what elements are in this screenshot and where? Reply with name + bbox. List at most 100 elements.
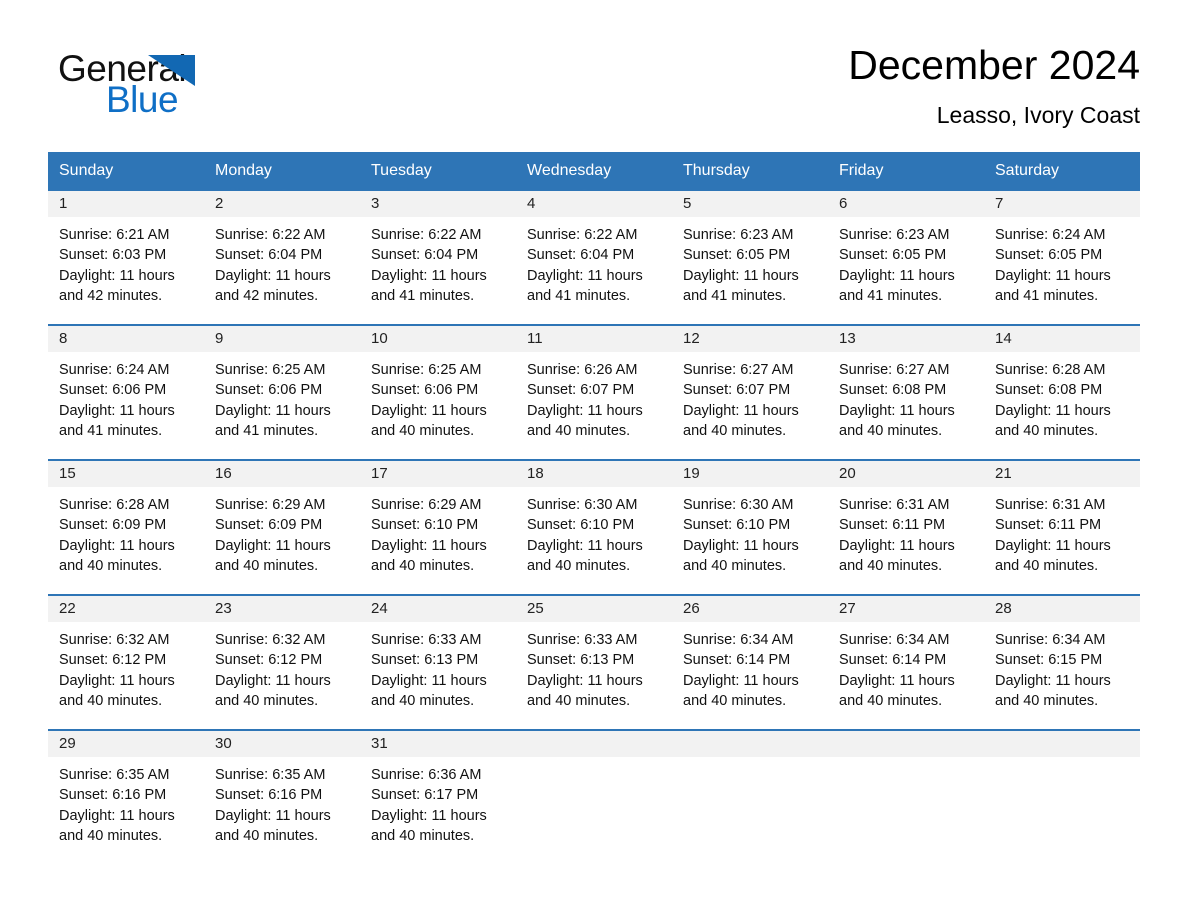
day-details: Sunrise: 6:24 AM Sunset: 6:05 PM Daylight:… xyxy=(984,217,1140,306)
day-cell[interactable]: 10 Sunrise: 6:25 AM Sunset: 6:06 PM Dayligh… xyxy=(360,326,516,460)
day-cell[interactable]: 26 Sunrise: 6:34 AM Sunset: 6:14 PM Dayligh… xyxy=(672,596,828,730)
daylight-text: Daylight: 11 hours and 41 minutes. xyxy=(215,402,331,440)
day-cell[interactable]: 6 Sunrise: 6:23 AM Sunset: 6:05 PM Daylight… xyxy=(828,191,984,325)
daylight-text: Daylight: 11 hours and 40 minutes. xyxy=(59,537,175,575)
daylight-text: Daylight: 11 hours and 40 minutes. xyxy=(683,672,799,710)
day-cell[interactable]: 17 Sunrise: 6:29 AM Sunset: 6:10 PM Dayligh… xyxy=(360,461,516,595)
sunset-text: Sunset: 6:12 PM xyxy=(215,652,323,669)
sunset-text: Sunset: 6:12 PM xyxy=(59,652,167,669)
day-number: 8 xyxy=(48,326,204,353)
daylight-text: Daylight: 11 hours and 40 minutes. xyxy=(59,672,175,710)
day-cell[interactable]: 31 Sunrise: 6:36 AM Sunset: 6:17 PM Dayligh… xyxy=(360,731,516,865)
day-cell[interactable]: 5 Sunrise: 6:23 AM Sunset: 6:05 PM Daylight… xyxy=(672,191,828,325)
day-cell[interactable]: 20 Sunrise: 6:31 AM Sunset: 6:11 PM Dayligh… xyxy=(828,461,984,595)
sunrise-text: Sunrise: 6:24 AM xyxy=(59,362,170,379)
day-cell[interactable]: 4 Sunrise: 6:22 AM Sunset: 6:04 PM Daylight… xyxy=(516,191,672,325)
day-details: Sunrise: 6:29 AM Sunset: 6:09 PM Daylight:… xyxy=(204,487,360,576)
day-details: Sunrise: 6:26 AM Sunset: 6:07 PM Daylight:… xyxy=(516,352,672,441)
day-cell[interactable]: 29 Sunrise: 6:35 AM Sunset: 6:16 PM Dayligh… xyxy=(48,731,204,865)
day-cell[interactable]: 24 Sunrise: 6:33 AM Sunset: 6:13 PM Dayligh… xyxy=(360,596,516,730)
sunset-text: Sunset: 6:06 PM xyxy=(371,382,479,399)
day-cell[interactable]: 18 Sunrise: 6:30 AM Sunset: 6:10 PM Dayligh… xyxy=(516,461,672,595)
daylight-text: Daylight: 11 hours and 41 minutes. xyxy=(371,267,487,305)
day-details: Sunrise: 6:23 AM Sunset: 6:05 PM Daylight:… xyxy=(828,217,984,306)
day-details: Sunrise: 6:33 AM Sunset: 6:13 PM Daylight:… xyxy=(516,622,672,711)
weekday-header-wednesday: Wednesday xyxy=(527,162,612,179)
daylight-text: Daylight: 11 hours and 40 minutes. xyxy=(527,672,643,710)
day-details: Sunrise: 6:33 AM Sunset: 6:13 PM Daylight:… xyxy=(360,622,516,711)
day-details: Sunrise: 6:21 AM Sunset: 6:03 PM Daylight:… xyxy=(48,217,204,306)
daylight-text: Daylight: 11 hours and 40 minutes. xyxy=(527,537,643,575)
day-details: Sunrise: 6:34 AM Sunset: 6:15 PM Daylight:… xyxy=(984,622,1140,711)
weekday-header-sunday: Sunday xyxy=(59,162,114,179)
calendar-week-row: 22 Sunrise: 6:32 AM Sunset: 6:12 PM Dayligh… xyxy=(48,594,1140,730)
day-number: 13 xyxy=(828,326,984,353)
day-cell[interactable]: 7 Sunrise: 6:24 AM Sunset: 6:05 PM Daylight… xyxy=(984,191,1140,325)
calendar-grid: Sunday Monday Tuesday Wednesday Thursday… xyxy=(48,152,1140,865)
daylight-text: Daylight: 11 hours and 40 minutes. xyxy=(995,537,1111,575)
day-cell[interactable]: 3 Sunrise: 6:22 AM Sunset: 6:04 PM Daylight… xyxy=(360,191,516,325)
day-cell[interactable]: 16 Sunrise: 6:29 AM Sunset: 6:09 PM Dayligh… xyxy=(204,461,360,595)
day-details: Sunrise: 6:27 AM Sunset: 6:07 PM Daylight:… xyxy=(672,352,828,441)
day-cell[interactable]: 8 Sunrise: 6:24 AM Sunset: 6:06 PM Daylight… xyxy=(48,326,204,460)
sunset-text: Sunset: 6:11 PM xyxy=(995,517,1102,534)
day-cell[interactable]: 11 Sunrise: 6:26 AM Sunset: 6:07 PM Dayligh… xyxy=(516,326,672,460)
day-cell-empty xyxy=(828,731,984,865)
day-details: Sunrise: 6:32 AM Sunset: 6:12 PM Daylight:… xyxy=(48,622,204,711)
day-details: Sunrise: 6:34 AM Sunset: 6:14 PM Daylight:… xyxy=(672,622,828,711)
day-cell-empty xyxy=(984,731,1140,865)
day-number: 21 xyxy=(984,461,1140,488)
day-number: 26 xyxy=(672,596,828,623)
daylight-text: Daylight: 11 hours and 40 minutes. xyxy=(371,537,487,575)
day-cell[interactable]: 15 Sunrise: 6:28 AM Sunset: 6:09 PM Dayligh… xyxy=(48,461,204,595)
sunrise-text: Sunrise: 6:33 AM xyxy=(371,632,482,649)
day-cell[interactable]: 27 Sunrise: 6:34 AM Sunset: 6:14 PM Dayligh… xyxy=(828,596,984,730)
daylight-text: Daylight: 11 hours and 40 minutes. xyxy=(995,402,1111,440)
day-cell[interactable]: 19 Sunrise: 6:30 AM Sunset: 6:10 PM Dayligh… xyxy=(672,461,828,595)
sunset-text: Sunset: 6:09 PM xyxy=(59,517,167,534)
sunrise-text: Sunrise: 6:23 AM xyxy=(683,227,794,244)
sunrise-text: Sunrise: 6:34 AM xyxy=(995,632,1106,649)
day-cell[interactable]: 30 Sunrise: 6:35 AM Sunset: 6:16 PM Dayligh… xyxy=(204,731,360,865)
day-details: Sunrise: 6:36 AM Sunset: 6:17 PM Daylight:… xyxy=(360,757,516,846)
day-cell[interactable]: 9 Sunrise: 6:25 AM Sunset: 6:06 PM Daylight… xyxy=(204,326,360,460)
sunrise-text: Sunrise: 6:33 AM xyxy=(527,632,638,649)
day-cell[interactable]: 14 Sunrise: 6:28 AM Sunset: 6:08 PM Dayligh… xyxy=(984,326,1140,460)
weekday-header-tuesday: Tuesday xyxy=(371,162,432,179)
day-number: 24 xyxy=(360,596,516,623)
day-number xyxy=(984,731,1140,758)
sunrise-text: Sunrise: 6:31 AM xyxy=(839,497,950,514)
day-number: 27 xyxy=(828,596,984,623)
day-cell[interactable]: 13 Sunrise: 6:27 AM Sunset: 6:08 PM Dayligh… xyxy=(828,326,984,460)
sunset-text: Sunset: 6:07 PM xyxy=(683,382,791,399)
day-cell[interactable]: 2 Sunrise: 6:22 AM Sunset: 6:04 PM Daylight… xyxy=(204,191,360,325)
day-number: 11 xyxy=(516,326,672,353)
day-number xyxy=(828,731,984,758)
logo-text-blue: Blue xyxy=(106,79,179,120)
day-number: 12 xyxy=(672,326,828,353)
daylight-text: Daylight: 11 hours and 40 minutes. xyxy=(683,402,799,440)
day-number: 2 xyxy=(204,191,360,218)
sunrise-text: Sunrise: 6:26 AM xyxy=(527,362,638,379)
generalblue-logo[interactable]: General Blue xyxy=(48,44,248,122)
day-cell[interactable]: 1 Sunrise: 6:21 AM Sunset: 6:03 PM Daylight… xyxy=(48,191,204,325)
sunrise-text: Sunrise: 6:28 AM xyxy=(59,497,170,514)
day-details: Sunrise: 6:24 AM Sunset: 6:06 PM Daylight:… xyxy=(48,352,204,441)
day-cell[interactable]: 12 Sunrise: 6:27 AM Sunset: 6:07 PM Dayligh… xyxy=(672,326,828,460)
daylight-text: Daylight: 11 hours and 40 minutes. xyxy=(215,672,331,710)
page-title: December 2024 xyxy=(848,42,1140,88)
daylight-text: Daylight: 11 hours and 40 minutes. xyxy=(371,807,487,845)
day-number: 16 xyxy=(204,461,360,488)
day-details: Sunrise: 6:29 AM Sunset: 6:10 PM Daylight:… xyxy=(360,487,516,576)
day-cell[interactable]: 21 Sunrise: 6:31 AM Sunset: 6:11 PM Dayligh… xyxy=(984,461,1140,595)
day-number: 18 xyxy=(516,461,672,488)
daylight-text: Daylight: 11 hours and 40 minutes. xyxy=(215,537,331,575)
day-details: Sunrise: 6:27 AM Sunset: 6:08 PM Daylight:… xyxy=(828,352,984,441)
day-cell[interactable]: 28 Sunrise: 6:34 AM Sunset: 6:15 PM Dayligh… xyxy=(984,596,1140,730)
calendar-week-row: 15 Sunrise: 6:28 AM Sunset: 6:09 PM Dayligh… xyxy=(48,459,1140,595)
day-cell[interactable]: 22 Sunrise: 6:32 AM Sunset: 6:12 PM Dayligh… xyxy=(48,596,204,730)
day-cell[interactable]: 23 Sunrise: 6:32 AM Sunset: 6:12 PM Dayligh… xyxy=(204,596,360,730)
sunrise-text: Sunrise: 6:23 AM xyxy=(839,227,950,244)
sunset-text: Sunset: 6:05 PM xyxy=(683,247,791,264)
day-cell[interactable]: 25 Sunrise: 6:33 AM Sunset: 6:13 PM Dayligh… xyxy=(516,596,672,730)
